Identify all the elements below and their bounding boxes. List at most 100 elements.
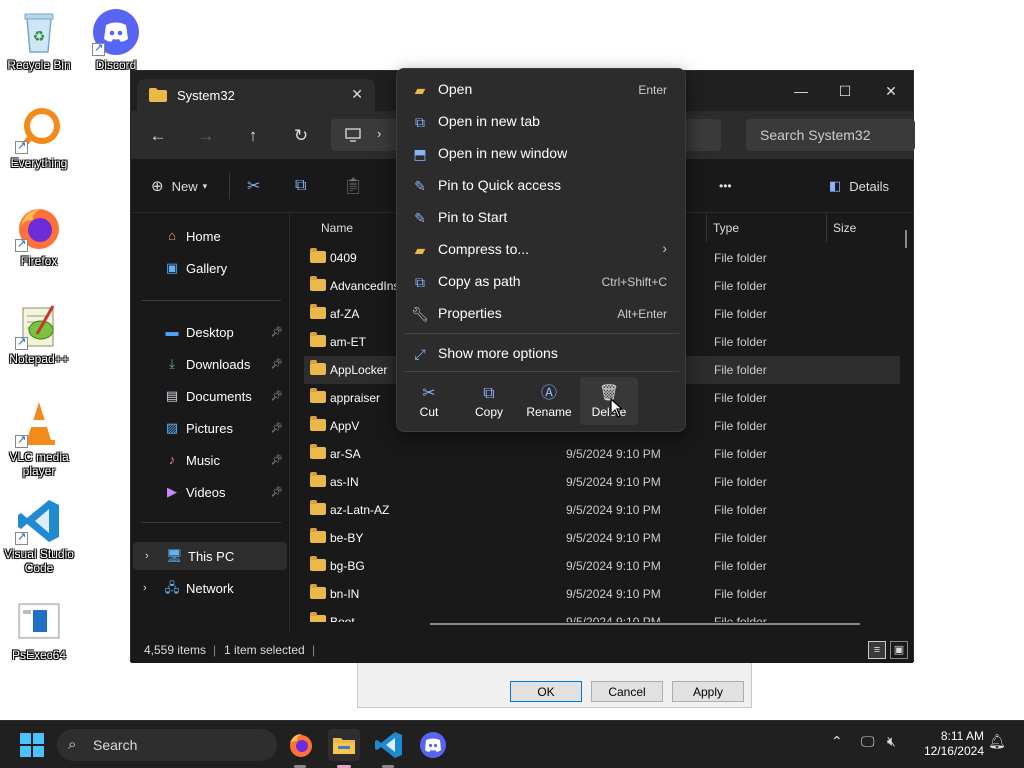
cut-toolbar-button[interactable]: ✂	[247, 173, 260, 199]
sidebar-item-label: Gallery	[186, 260, 228, 276]
file-row[interactable]: az-Latn-AZ 9/5/2024 9:10 PM File folder	[304, 496, 900, 524]
taskbar-vscode[interactable]	[373, 729, 405, 761]
desktop-icon-psexec64[interactable]: PsExec64	[1, 598, 77, 662]
cut-action-button[interactable]: ✂ Cut	[400, 377, 458, 425]
taskbar: ⌕ Search ⌃ 🖵︎ 🔇︎ 8:11 AM 12/16/2024 🔔︎	[0, 720, 1024, 768]
file-type: File folder	[714, 335, 767, 349]
taskbar-search-box[interactable]: ⌕ Search	[57, 729, 277, 761]
delete-action-button[interactable]: 🗑︎ Delete	[580, 377, 638, 425]
desktop-icon-everything[interactable]: Everything	[1, 106, 77, 170]
file-row[interactable]: bg-BG 9/5/2024 9:10 PM File folder	[304, 552, 900, 580]
sidebar-item-gallery[interactable]: ▣ Gallery	[131, 254, 289, 282]
up-button[interactable]: ↑	[238, 123, 268, 149]
shortcut-arrow-icon	[15, 139, 28, 154]
volume-muted-icon[interactable]: 🔇︎	[887, 733, 896, 750]
column-header-name[interactable]: Name	[321, 214, 353, 242]
horizontal-scrollbar[interactable]	[430, 623, 860, 625]
minimize-button[interactable]: —	[781, 77, 821, 105]
close-tab-icon[interactable]: ✕	[351, 86, 363, 103]
sidebar-divider	[141, 522, 281, 523]
status-divider: |	[213, 643, 217, 657]
taskbar-file-explorer[interactable]	[328, 729, 360, 761]
sidebar-item-pictures[interactable]: ▨ Pictures 📌︎	[131, 414, 289, 442]
file-name: bg-BG	[330, 559, 365, 573]
sidebar-item-documents[interactable]: ▤ Documents 📌︎	[131, 382, 289, 410]
menu-item-label: Show more options	[438, 345, 558, 361]
menu-divider	[405, 371, 679, 372]
file-row[interactable]: ar-SA 9/5/2024 9:10 PM File folder	[304, 440, 900, 468]
cancel-button[interactable]: Cancel	[591, 681, 663, 702]
file-row[interactable]: Boot 9/5/2024 9:10 PM File folder	[304, 608, 900, 622]
menu-item-show-more-options[interactable]: ⤢ Show more options	[401, 337, 683, 369]
details-button[interactable]: ◧ Details	[829, 173, 889, 199]
ok-button[interactable]: OK	[510, 681, 582, 702]
search-input[interactable]: Search System32	[746, 119, 915, 151]
desktop-icon-firefox[interactable]: Firefox	[1, 204, 77, 268]
desktop-icon-recycle-bin[interactable]: ♻ Recycle Bin	[1, 8, 77, 72]
context-menu: ▰ Open Enter ⧉ Open in new tab ⬒ Open in…	[396, 68, 686, 432]
vertical-scrollbar[interactable]	[905, 230, 907, 248]
menu-item-pin-start[interactable]: ✎ Pin to Start	[401, 201, 683, 233]
file-name: appraiser	[330, 391, 381, 405]
network-status-icon[interactable]: 🖵︎	[861, 733, 875, 750]
menu-item-copy-as-path[interactable]: ⧉ Copy as path Ctrl+Shift+C	[401, 265, 683, 297]
back-button[interactable]: ←	[143, 123, 173, 149]
sidebar-item-this-pc[interactable]: › 🖥︎ This PC	[133, 542, 287, 570]
file-name: Boot	[330, 615, 355, 622]
column-header-type[interactable]: Type	[713, 214, 739, 242]
desktop-icon-label: VLC media player	[9, 450, 69, 478]
sidebar-item-desktop[interactable]: ▬ Desktop 📌︎	[131, 318, 289, 346]
apply-button[interactable]: Apply	[672, 681, 744, 702]
clock[interactable]: 8:11 AM 12/16/2024	[912, 729, 984, 759]
close-window-button[interactable]: ✕	[871, 77, 911, 105]
file-date: 9/5/2024 9:10 PM	[566, 503, 661, 517]
desktop-icon-label: Firefox	[20, 254, 58, 268]
copy-toolbar-button[interactable]: ⧉	[295, 173, 306, 199]
sidebar-item-downloads[interactable]: ⤓ Downloads 📌︎	[131, 350, 289, 378]
details-view-button[interactable]: ≡	[868, 641, 886, 659]
desktop-icon-notepad-plus-plus[interactable]: Notepad++	[1, 302, 77, 366]
sidebar-item-music[interactable]: ♪ Music 📌︎	[131, 446, 289, 474]
taskbar-firefox[interactable]	[285, 729, 317, 761]
more-options-button[interactable]: •••	[719, 173, 732, 199]
menu-item-properties[interactable]: 🔧︎ Properties Alt+Enter	[401, 297, 683, 329]
tiles-view-button[interactable]: ▣	[890, 641, 908, 659]
menu-shortcut: Alt+Enter	[617, 307, 667, 321]
menu-item-open[interactable]: ▰ Open Enter	[401, 73, 683, 105]
start-button[interactable]	[16, 729, 48, 761]
refresh-button[interactable]: ↻	[286, 123, 316, 149]
status-bar: 4,559 items | 1 item selected | ≡ ▣	[131, 637, 913, 663]
file-type: File folder	[714, 475, 767, 489]
column-header-size[interactable]: Size	[833, 214, 856, 242]
discord-icon	[92, 8, 140, 56]
show-hidden-icons-button[interactable]: ⌃	[831, 733, 843, 750]
menu-item-open-new-window[interactable]: ⬒ Open in new window	[401, 137, 683, 169]
file-type: File folder	[714, 363, 767, 377]
chevron-right-icon: ›	[143, 582, 147, 594]
desktop-icon-vscode[interactable]: Visual Studio Code	[1, 497, 77, 575]
file-row[interactable]: as-IN 9/5/2024 9:10 PM File folder	[304, 468, 900, 496]
search-icon: ⌕	[68, 736, 77, 753]
taskbar-discord[interactable]	[417, 729, 449, 761]
tab-system32[interactable]: System32 ✕	[137, 79, 375, 111]
forward-button[interactable]: →	[191, 123, 221, 149]
copy-icon: ⧉	[295, 177, 307, 194]
new-button[interactable]: ⊕ New ▾	[151, 173, 207, 199]
video-icon: ▶	[167, 484, 177, 499]
menu-item-compress[interactable]: ▰ Compress to... ›	[401, 233, 683, 265]
paste-toolbar-button[interactable]: 📋︎	[343, 173, 363, 199]
shortcut-arrow-icon	[15, 530, 28, 545]
file-row[interactable]: be-BY 9/5/2024 9:10 PM File folder	[304, 524, 900, 552]
rename-action-button[interactable]: Ⓐ Rename	[520, 377, 578, 425]
menu-item-pin-quick-access[interactable]: ✎ Pin to Quick access	[401, 169, 683, 201]
maximize-button[interactable]: ☐	[825, 77, 865, 105]
sidebar-item-home[interactable]: ⌂ Home	[131, 222, 289, 250]
desktop-icon-vlc[interactable]: VLC media player	[1, 400, 77, 478]
notifications-bell-icon[interactable]: 🔔︎	[988, 733, 1006, 750]
sidebar-item-videos[interactable]: ▶ Videos 📌︎	[131, 478, 289, 506]
menu-item-open-new-tab[interactable]: ⧉ Open in new tab	[401, 105, 683, 137]
copy-action-button[interactable]: ⧉ Copy	[460, 377, 518, 425]
file-row[interactable]: bn-IN 9/5/2024 9:10 PM File folder	[304, 580, 900, 608]
sidebar-item-network[interactable]: › 🖧︎ Network	[131, 574, 289, 602]
desktop-icon-discord[interactable]: Discord	[78, 8, 154, 72]
